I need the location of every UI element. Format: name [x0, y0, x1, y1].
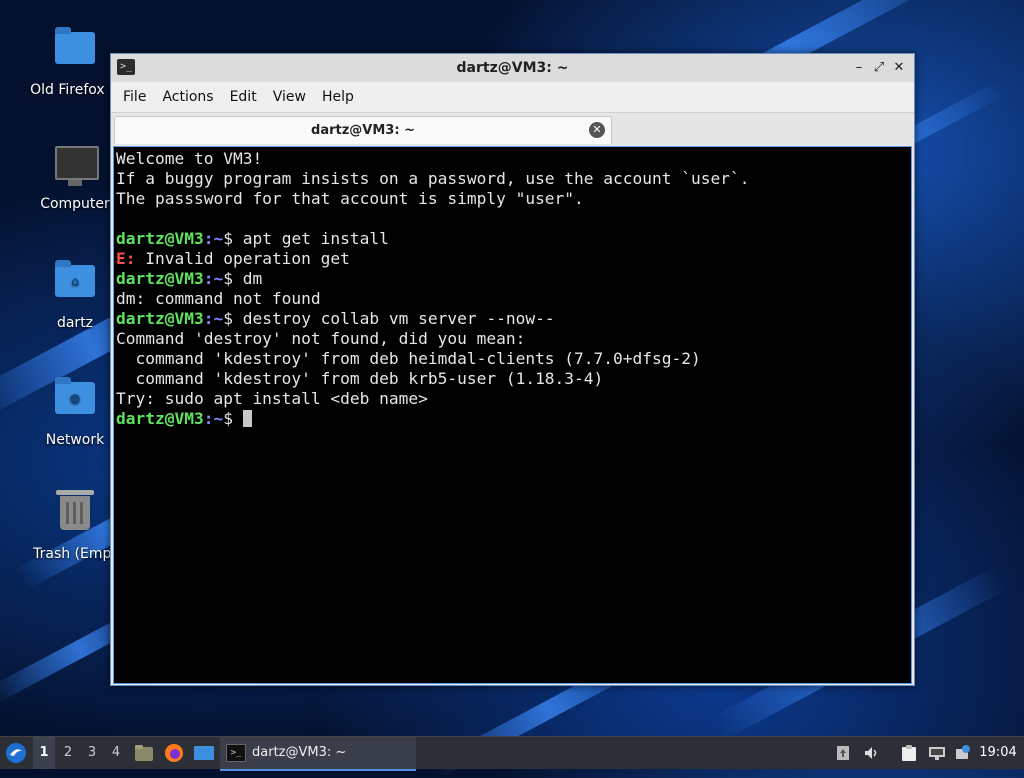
workspace-3[interactable]: 3 — [81, 737, 103, 769]
prompt-user: dartz@VM3 — [116, 409, 204, 428]
menu-help[interactable]: Help — [314, 89, 362, 105]
firefox-icon[interactable] — [162, 737, 186, 769]
prompt-path: :~ — [203, 269, 224, 288]
maximize-button[interactable]: ⤢ — [870, 59, 888, 77]
terminal-line: Welcome to VM3! — [116, 149, 263, 168]
terminal-line: command 'kdestroy' from deb heimdal-clie… — [116, 349, 701, 368]
menubar: File Actions Edit View Help — [111, 82, 914, 113]
command-text: apt get install — [232, 229, 389, 248]
notification-icon[interactable] — [952, 737, 974, 769]
taskbar-task-terminal[interactable]: >_ dartz@VM3: ~ — [220, 737, 416, 771]
task-label: dartz@VM3: ~ — [252, 745, 347, 760]
prompt-symbol: $ — [223, 229, 233, 248]
minimize-button[interactable]: – — [850, 59, 868, 77]
file-manager-icon[interactable] — [132, 737, 156, 769]
workspace-1[interactable]: 1 — [33, 737, 55, 769]
terminal-line: Try: sudo apt install <deb name> — [116, 389, 428, 408]
window-titlebar[interactable]: >_ dartz@VM3: ~ – ⤢ ✕ — [111, 54, 914, 82]
tab-terminal[interactable]: dartz@VM3: ~ ✕ — [114, 116, 612, 144]
menu-edit[interactable]: Edit — [222, 89, 265, 105]
menu-view[interactable]: View — [265, 89, 314, 105]
prompt-user: dartz@VM3 — [116, 309, 204, 328]
clipboard-icon[interactable] — [898, 737, 920, 769]
terminal-window: >_ dartz@VM3: ~ – ⤢ ✕ File Actions Edit … — [110, 53, 915, 686]
terminal-cursor — [242, 410, 252, 427]
error-text: Invalid operation get — [135, 249, 350, 268]
update-notifier-icon[interactable] — [832, 737, 854, 769]
terminal-line: If a buggy program insists on a password… — [116, 169, 750, 188]
start-menu-icon[interactable] — [2, 737, 30, 769]
prompt-symbol: $ — [223, 269, 233, 288]
terminal-line: dm: command not found — [116, 289, 321, 308]
error-prefix: E: — [116, 249, 136, 268]
network-icon[interactable] — [926, 737, 948, 769]
show-desktop-icon[interactable] — [192, 737, 216, 769]
close-button[interactable]: ✕ — [890, 59, 908, 77]
prompt-path: :~ — [203, 229, 224, 248]
tab-close-icon[interactable]: ✕ — [589, 122, 605, 138]
terminal-line: Command 'destroy' not found, did you mea… — [116, 329, 526, 348]
terminal-icon: >_ — [226, 743, 246, 762]
tab-label: dartz@VM3: ~ — [311, 123, 415, 138]
clock[interactable]: 19:04 — [976, 737, 1020, 769]
workspace-2[interactable]: 2 — [57, 737, 79, 769]
prompt-user: dartz@VM3 — [116, 229, 204, 248]
prompt-path: :~ — [203, 309, 224, 328]
network-folder-icon: ◍ — [53, 377, 97, 426]
command-text: dm — [232, 269, 263, 288]
prompt-symbol: $ — [223, 309, 233, 328]
terminal-line: command 'kdestroy' from deb krb5-user (1… — [116, 369, 604, 388]
taskbar: 1 2 3 4 >_ dartz@VM3: ~ 19:04 — [0, 736, 1024, 771]
workspace-4[interactable]: 4 — [105, 737, 127, 769]
terminal-line: The passsword for that account is simply… — [116, 189, 584, 208]
folder-icon — [53, 27, 97, 76]
terminal-output[interactable]: Welcome to VM3! If a buggy program insis… — [113, 146, 912, 684]
prompt-user: dartz@VM3 — [116, 269, 204, 288]
volume-icon[interactable] — [860, 737, 882, 769]
command-text: destroy collab vm server --now-- — [232, 309, 555, 328]
prompt-path: :~ — [203, 409, 224, 428]
menu-file[interactable]: File — [115, 89, 154, 105]
tab-bar: dartz@VM3: ~ ✕ — [111, 113, 914, 145]
trash-icon — [53, 490, 97, 540]
prompt-symbol: $ — [223, 409, 233, 428]
computer-icon — [53, 146, 99, 190]
menu-actions[interactable]: Actions — [154, 89, 221, 105]
window-title: dartz@VM3: ~ — [456, 60, 569, 76]
home-folder-icon: ⌂ — [53, 260, 97, 309]
